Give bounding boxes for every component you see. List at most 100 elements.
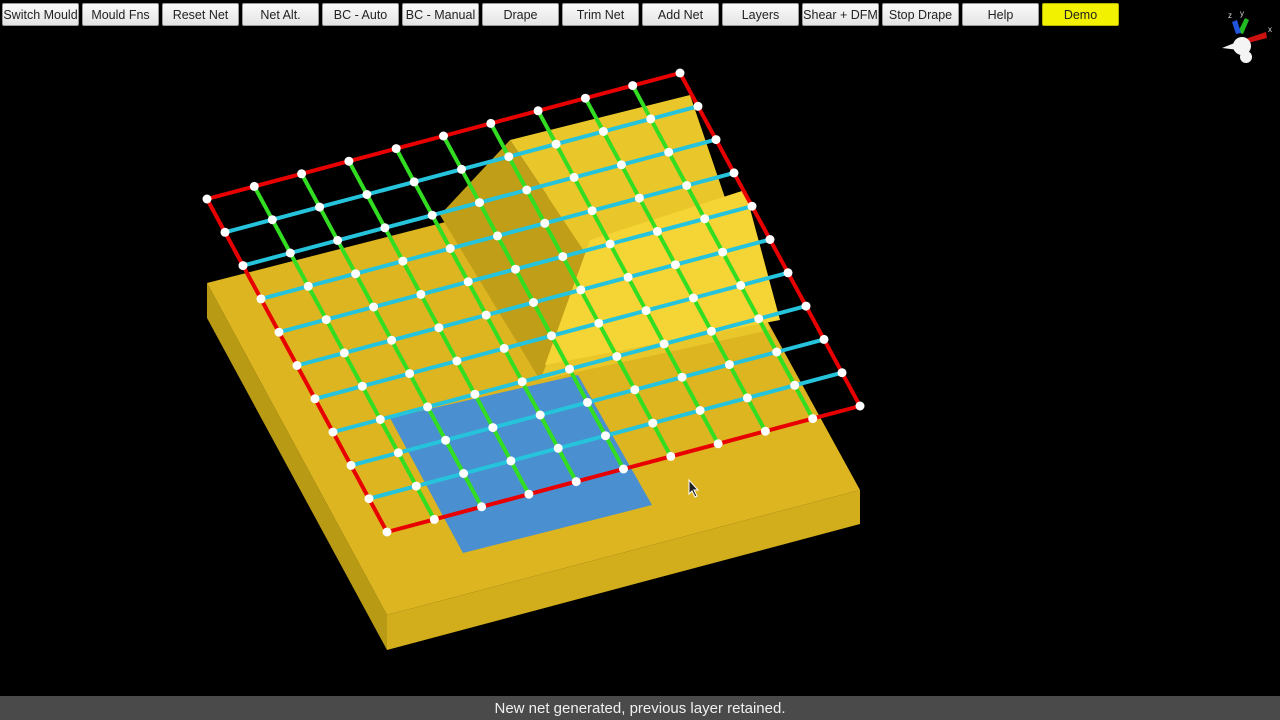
- net-node[interactable]: [398, 256, 408, 266]
- net-node[interactable]: [601, 431, 610, 441]
- net-node[interactable]: [524, 489, 534, 499]
- net-node[interactable]: [619, 464, 628, 474]
- toolbar-button-bc-manual[interactable]: BC - Manual: [402, 3, 479, 26]
- net-node[interactable]: [369, 302, 379, 312]
- toolbar-button-layers[interactable]: Layers: [722, 3, 799, 26]
- net-node[interactable]: [664, 147, 674, 157]
- net-node[interactable]: [364, 494, 374, 504]
- net-node[interactable]: [321, 315, 331, 325]
- net-node[interactable]: [427, 210, 437, 220]
- net-node[interactable]: [594, 318, 604, 328]
- net-node[interactable]: [506, 456, 516, 466]
- net-node[interactable]: [416, 289, 426, 299]
- net-node[interactable]: [569, 172, 579, 182]
- 3d-viewport[interactable]: [0, 29, 1280, 695]
- net-node[interactable]: [583, 397, 592, 407]
- net-node[interactable]: [576, 285, 586, 295]
- net-node[interactable]: [499, 343, 509, 353]
- net-node[interactable]: [551, 139, 561, 149]
- net-node[interactable]: [616, 160, 626, 170]
- toolbar-button-stop-drape[interactable]: Stop Drape: [882, 3, 959, 26]
- net-node[interactable]: [628, 81, 638, 91]
- net-node[interactable]: [285, 248, 295, 258]
- net-node[interactable]: [648, 418, 658, 428]
- net-node[interactable]: [646, 114, 656, 124]
- net-node[interactable]: [220, 227, 230, 237]
- net-node[interactable]: [688, 293, 698, 303]
- net-node[interactable]: [547, 331, 556, 341]
- net-node[interactable]: [439, 131, 448, 141]
- toolbar-button-switch-mould[interactable]: Switch Mould: [2, 3, 79, 26]
- net-node[interactable]: [423, 402, 433, 412]
- net-node[interactable]: [351, 269, 361, 279]
- net-node[interactable]: [267, 215, 277, 225]
- net-node[interactable]: [382, 527, 392, 537]
- net-node[interactable]: [801, 301, 811, 311]
- net-node[interactable]: [470, 389, 480, 399]
- net-node[interactable]: [666, 451, 676, 461]
- net-node[interactable]: [511, 264, 520, 274]
- net-node[interactable]: [238, 261, 248, 271]
- net-node[interactable]: [391, 144, 401, 154]
- net-node[interactable]: [754, 314, 764, 324]
- toolbar-button-help[interactable]: Help: [962, 3, 1039, 26]
- toolbar-button-mould-fns[interactable]: Mould Fns: [82, 3, 159, 26]
- toolbar-button-reset-net[interactable]: Reset Net: [162, 3, 239, 26]
- net-node[interactable]: [310, 394, 320, 404]
- net-node[interactable]: [481, 310, 491, 320]
- net-node[interactable]: [529, 298, 538, 307]
- net-node[interactable]: [362, 190, 372, 199]
- net-node[interactable]: [808, 414, 818, 424]
- net-node[interactable]: [387, 335, 397, 345]
- net-node[interactable]: [357, 381, 367, 391]
- net-node[interactable]: [445, 244, 455, 253]
- net-node[interactable]: [700, 214, 710, 224]
- net-node[interactable]: [256, 294, 266, 304]
- net-node[interactable]: [783, 268, 793, 278]
- net-node[interactable]: [670, 260, 680, 270]
- net-node[interactable]: [488, 423, 498, 433]
- net-node[interactable]: [641, 306, 651, 316]
- net-node[interactable]: [493, 231, 502, 241]
- net-node[interactable]: [837, 368, 847, 378]
- net-node[interactable]: [718, 247, 728, 257]
- net-node[interactable]: [292, 361, 302, 370]
- net-node[interactable]: [790, 380, 800, 390]
- axis-orientation-gizmo[interactable]: z y x: [1212, 8, 1274, 66]
- net-node[interactable]: [303, 281, 313, 291]
- net-node[interactable]: [457, 164, 466, 174]
- toolbar-button-trim-net[interactable]: Trim Net: [562, 3, 639, 26]
- net-node[interactable]: [612, 352, 622, 361]
- net-node[interactable]: [711, 135, 721, 145]
- net-node[interactable]: [486, 118, 496, 128]
- net-node[interactable]: [405, 369, 415, 379]
- net-node[interactable]: [760, 426, 770, 436]
- net-node[interactable]: [652, 226, 662, 236]
- net-node[interactable]: [675, 68, 685, 78]
- net-node[interactable]: [274, 327, 284, 337]
- net-node[interactable]: [724, 360, 734, 370]
- net-node[interactable]: [477, 502, 487, 512]
- net-node[interactable]: [202, 194, 212, 204]
- net-node[interactable]: [339, 348, 349, 358]
- net-node[interactable]: [297, 169, 307, 179]
- net-node[interactable]: [605, 239, 615, 249]
- net-node[interactable]: [736, 280, 746, 290]
- net-node[interactable]: [522, 185, 532, 195]
- net-node[interactable]: [393, 448, 403, 458]
- net-node[interactable]: [517, 377, 527, 387]
- net-node[interactable]: [623, 272, 633, 282]
- net-node[interactable]: [765, 235, 775, 244]
- net-node[interactable]: [819, 334, 829, 344]
- net-node[interactable]: [634, 193, 644, 203]
- net-node[interactable]: [452, 356, 462, 366]
- net-node[interactable]: [535, 410, 545, 420]
- toolbar-button-add-net[interactable]: Add Net: [642, 3, 719, 26]
- net-node[interactable]: [533, 106, 543, 116]
- net-node[interactable]: [375, 415, 385, 424]
- net-node[interactable]: [315, 202, 325, 212]
- net-node[interactable]: [344, 156, 354, 166]
- net-node[interactable]: [380, 223, 390, 233]
- toolbar-button-shear-dfm[interactable]: Shear + DFM: [802, 3, 879, 26]
- net-node[interactable]: [429, 514, 439, 524]
